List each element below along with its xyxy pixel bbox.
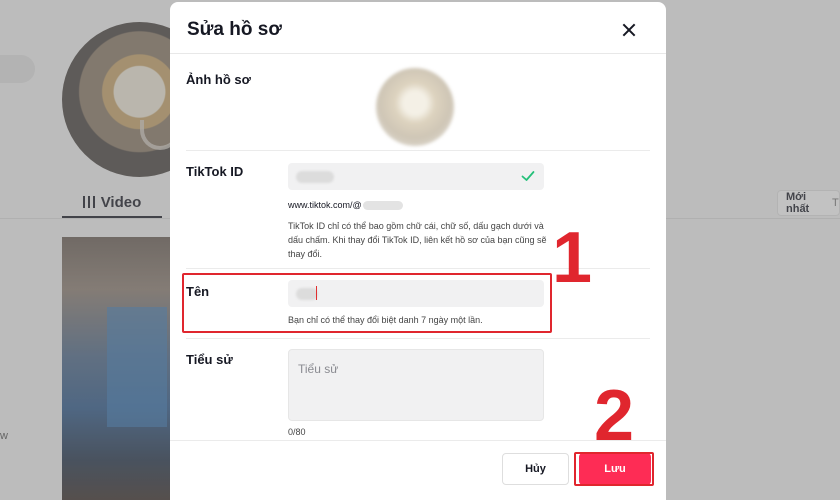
- modal-title: Sửa hồ sơ: [187, 19, 282, 40]
- tiktok-id-helper: TikTok ID chỉ có thể bao gồm chữ cái, ch…: [288, 221, 547, 259]
- bio-textarea[interactable]: Tiểu sử: [288, 349, 544, 421]
- tiktok-id-value-blurred: [296, 171, 334, 183]
- save-button-highlight: [574, 452, 654, 486]
- close-icon[interactable]: [618, 20, 640, 42]
- step-1-marker: 1: [552, 218, 593, 298]
- tiktok-id-label: TikTok ID: [186, 164, 244, 179]
- profile-url-blurred: [362, 201, 403, 211]
- profile-photo[interactable]: [376, 68, 454, 146]
- bio-char-counter: 0/80: [288, 427, 306, 437]
- section-divider: [186, 338, 650, 339]
- tiktok-id-input[interactable]: [288, 163, 544, 190]
- modal-header: Sửa hồ sơ: [170, 2, 666, 54]
- bio-label: Tiểu sử: [186, 352, 233, 367]
- step-2-marker: 2: [594, 376, 635, 456]
- cancel-button[interactable]: Hủy: [502, 453, 569, 485]
- profile-url: www.tiktok.com/@: [288, 200, 403, 211]
- check-icon: [521, 171, 535, 181]
- bio-placeholder: Tiểu sử: [298, 362, 339, 376]
- footer-divider: [170, 440, 666, 441]
- profile-photo-label: Ảnh hồ sơ: [186, 72, 251, 87]
- section-divider: [186, 150, 650, 151]
- profile-url-prefix: www.tiktok.com/@: [288, 200, 362, 210]
- name-field-highlight: [182, 273, 552, 333]
